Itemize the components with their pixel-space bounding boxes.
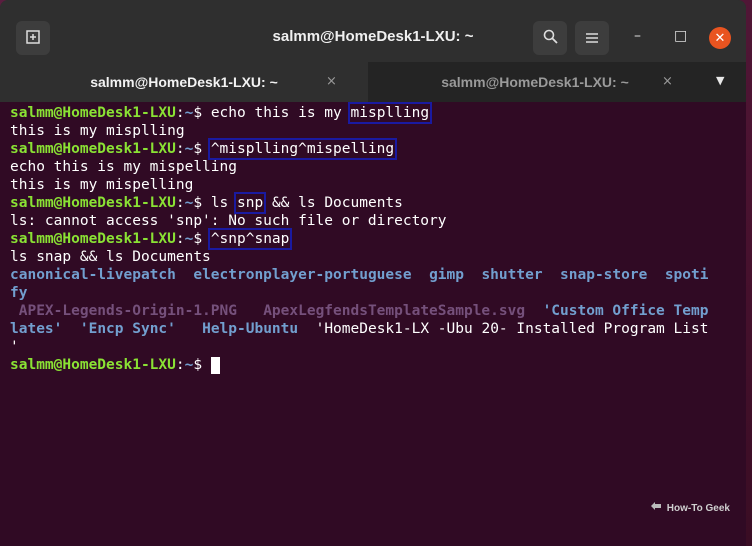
title-bar: salmm@HomeDesk1-LXU: ~ – □ ✕	[0, 0, 746, 62]
terminal-line: salmm@HomeDesk1-LXU:~$ ^snp^snap	[10, 228, 293, 250]
dir-entry: lates'	[10, 321, 63, 337]
file-entry: 'HomeDesk1-LX -Ubu 20- Installed Program…	[315, 321, 709, 337]
dir-entry: shutter	[481, 267, 543, 283]
prompt-symbol: $	[193, 105, 203, 121]
dir-entry: spoti	[664, 267, 709, 283]
terminal-line: ls snap && ls Documents	[10, 249, 211, 265]
tab-close-icon[interactable]: ×	[326, 74, 337, 89]
highlighted-text: ^misplling^mispelling	[207, 138, 398, 160]
prompt-symbol: $	[193, 141, 203, 157]
highlighted-text: ^snp^snap	[207, 228, 293, 250]
prompt-symbol: $	[193, 357, 203, 373]
terminal-window: salmm@HomeDesk1-LXU: ~ – □ ✕ salmm@HomeD…	[0, 0, 746, 546]
terminal-line: salmm@HomeDesk1-LXU:~$ ls snp && ls Docu…	[10, 192, 403, 214]
terminal-line: fy	[10, 284, 27, 302]
prompt-symbol: $	[193, 231, 203, 247]
terminal-line: APEX-Legends-Origin-1.PNG ApexLegfendsTe…	[10, 302, 709, 320]
search-icon	[543, 29, 558, 48]
terminal-line: ls: cannot access 'snp': No such file or…	[10, 213, 447, 229]
prompt-user: salmm@HomeDesk1-LXU	[10, 195, 176, 211]
file-entry: APEX-Legends-Origin-1.PNG	[10, 303, 237, 319]
close-button[interactable]: ✕	[709, 27, 731, 49]
prompt-user: salmm@HomeDesk1-LXU	[10, 141, 176, 157]
tab-label: salmm@HomeDesk1-LXU: ~	[441, 74, 629, 90]
dir-entry: 'Encp Sync'	[79, 321, 176, 337]
tab-dropdown-icon[interactable]: ▼	[716, 74, 724, 87]
tab-bar: salmm@HomeDesk1-LXU: ~ × salmm@HomeDesk1…	[0, 62, 746, 104]
menu-button[interactable]	[575, 21, 609, 55]
command-text: && ls Documents	[263, 195, 403, 211]
terminal-line: this is my misplling	[10, 123, 185, 139]
tab-inactive[interactable]: salmm@HomeDesk1-LXU: ~	[368, 62, 702, 102]
dir-entry: fy	[10, 285, 28, 301]
watermark-text: How-To Geek	[666, 503, 730, 514]
prompt-sep: :	[175, 141, 185, 157]
terminal-line: salmm@HomeDesk1-LXU:~$	[10, 356, 220, 374]
tab-label: salmm@HomeDesk1-LXU: ~	[90, 74, 278, 90]
dir-entry: electronplayer-portuguese	[193, 267, 412, 283]
prompt-sep: :	[175, 195, 185, 211]
maximize-button[interactable]: □	[674, 28, 687, 44]
search-button[interactable]	[533, 21, 567, 55]
tab-active[interactable]: salmm@HomeDesk1-LXU: ~	[0, 62, 368, 104]
terminal-line: salmm@HomeDesk1-LXU:~$ ^misplling^mispel…	[10, 138, 398, 160]
dir-entry: canonical-livepatch	[10, 267, 176, 283]
prompt-sep: :	[175, 231, 185, 247]
file-entry: ApexLegfendsTemplateSample.svg	[263, 303, 526, 319]
watermark: How-To Geek	[650, 501, 730, 514]
terminal-line: salmm@HomeDesk1-LXU:~$ echo this is my m…	[10, 102, 433, 124]
command-text: echo this is my	[210, 105, 351, 121]
command-text: ls	[210, 195, 238, 211]
prompt-sep: :	[175, 357, 185, 373]
terminal-line: echo this is my mispelling	[10, 159, 237, 175]
prompt-user: salmm@HomeDesk1-LXU	[10, 231, 176, 247]
dir-entry: 'Custom Office Temp	[542, 303, 709, 319]
dir-entry: snap-store	[560, 267, 648, 283]
prompt-symbol: $	[193, 195, 203, 211]
terminal-line: lates' 'Encp Sync' Help-Ubuntu 'HomeDesk…	[10, 320, 708, 338]
terminal-output[interactable]: salmm@HomeDesk1-LXU:~$ echo this is my m…	[0, 102, 746, 546]
dir-entry: gimp	[429, 267, 464, 283]
highlighted-text: snp	[233, 192, 267, 214]
dir-entry: Help-Ubuntu	[202, 321, 299, 337]
hamburger-menu-icon	[586, 29, 598, 48]
terminal-line: '	[10, 339, 19, 355]
prompt-user: salmm@HomeDesk1-LXU	[10, 357, 176, 373]
terminal-line: this is my mispelling	[10, 177, 194, 193]
tab-close-icon[interactable]: ×	[662, 74, 673, 89]
highlighted-text: misplling	[347, 102, 433, 124]
prompt-sep: :	[175, 105, 185, 121]
minimize-button[interactable]: –	[634, 28, 641, 44]
text-cursor	[210, 356, 220, 374]
prompt-user: salmm@HomeDesk1-LXU	[10, 105, 176, 121]
how-to-geek-logo	[650, 502, 665, 514]
terminal-line: canonical-livepatch electronplayer-portu…	[10, 266, 708, 284]
